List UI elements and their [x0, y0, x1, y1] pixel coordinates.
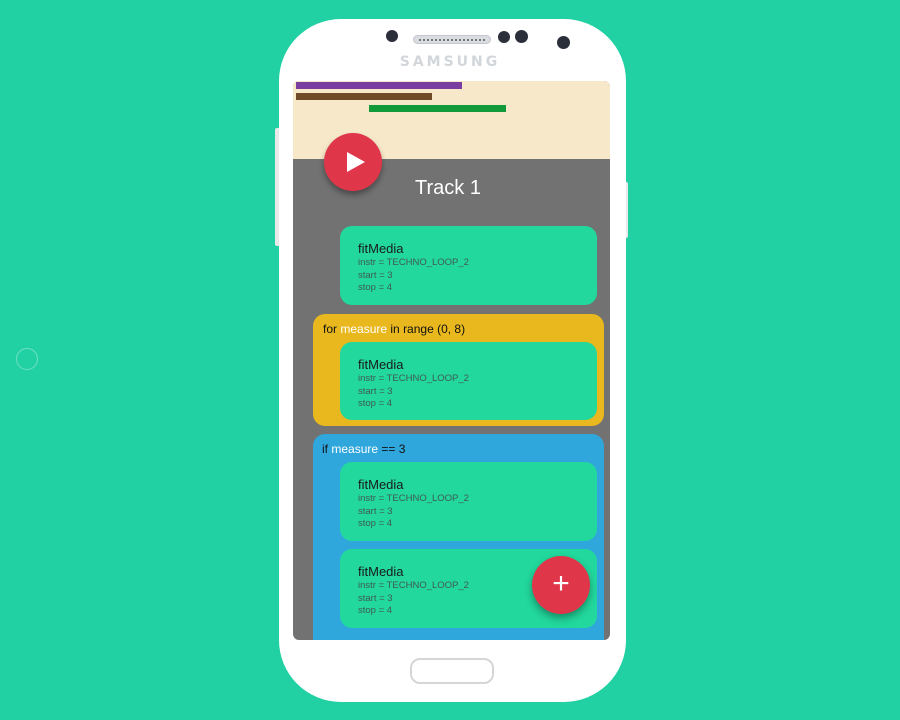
- sensor-icon: [515, 30, 528, 43]
- timeline-clip[interactable]: [296, 93, 432, 100]
- param-instr: instr = TECHNO_LOOP_2: [358, 373, 469, 384]
- front-camera-icon: [386, 30, 398, 42]
- keyword-if: if: [322, 442, 328, 456]
- decorative-circle: [16, 348, 38, 370]
- condition-operator: == 3: [381, 442, 406, 456]
- condition-variable: measure: [331, 442, 379, 456]
- if-header: if measure == 3: [322, 442, 405, 456]
- param-start: start = 3: [358, 385, 393, 397]
- timeline-clip[interactable]: [369, 105, 506, 112]
- loop-range: in range (0, 8): [390, 322, 466, 336]
- keyword-for: for: [323, 322, 338, 336]
- earpiece-speaker: [413, 35, 491, 44]
- track-title: Track 1: [415, 177, 481, 199]
- param-stop: stop = 4: [358, 398, 393, 409]
- param-stop: stop = 4: [358, 282, 393, 293]
- param-instr: instr = TECHNO_LOOP_2: [358, 493, 469, 504]
- fitmedia-block[interactable]: fitMedia instr = TECHNO_LOOP_2 start = 3…: [340, 226, 597, 305]
- param-instr: instr = TECHNO_LOOP_2: [358, 257, 469, 268]
- play-button[interactable]: [324, 133, 382, 191]
- fitmedia-block[interactable]: fitMedia instr = TECHNO_LOOP_2 start = 3…: [340, 462, 597, 541]
- function-name: fitMedia: [358, 241, 404, 256]
- loop-variable: measure: [340, 322, 388, 336]
- camera-icon: [557, 36, 570, 49]
- home-button[interactable]: [410, 658, 494, 684]
- fitmedia-block[interactable]: fitMedia instr = TECHNO_LOOP_2 start = 3…: [340, 342, 597, 420]
- for-loop-block[interactable]: for measure in range (0, 8) fitMedia ins…: [313, 314, 604, 426]
- app-screen: Track 1 fitMedia instr = TECHNO_LOOP_2 s…: [293, 81, 610, 640]
- param-start: start = 3: [358, 269, 393, 281]
- timeline-clip[interactable]: [296, 82, 462, 89]
- loop-header: for measure in range (0, 8): [323, 322, 465, 336]
- function-name: fitMedia: [358, 357, 404, 372]
- param-start: start = 3: [358, 505, 393, 517]
- brand-logo: SAMSUNG: [399, 54, 501, 70]
- param-stop: stop = 4: [358, 518, 393, 529]
- add-block-button[interactable]: +: [532, 556, 590, 614]
- function-name: fitMedia: [358, 477, 404, 492]
- sensor-icon: [498, 31, 510, 43]
